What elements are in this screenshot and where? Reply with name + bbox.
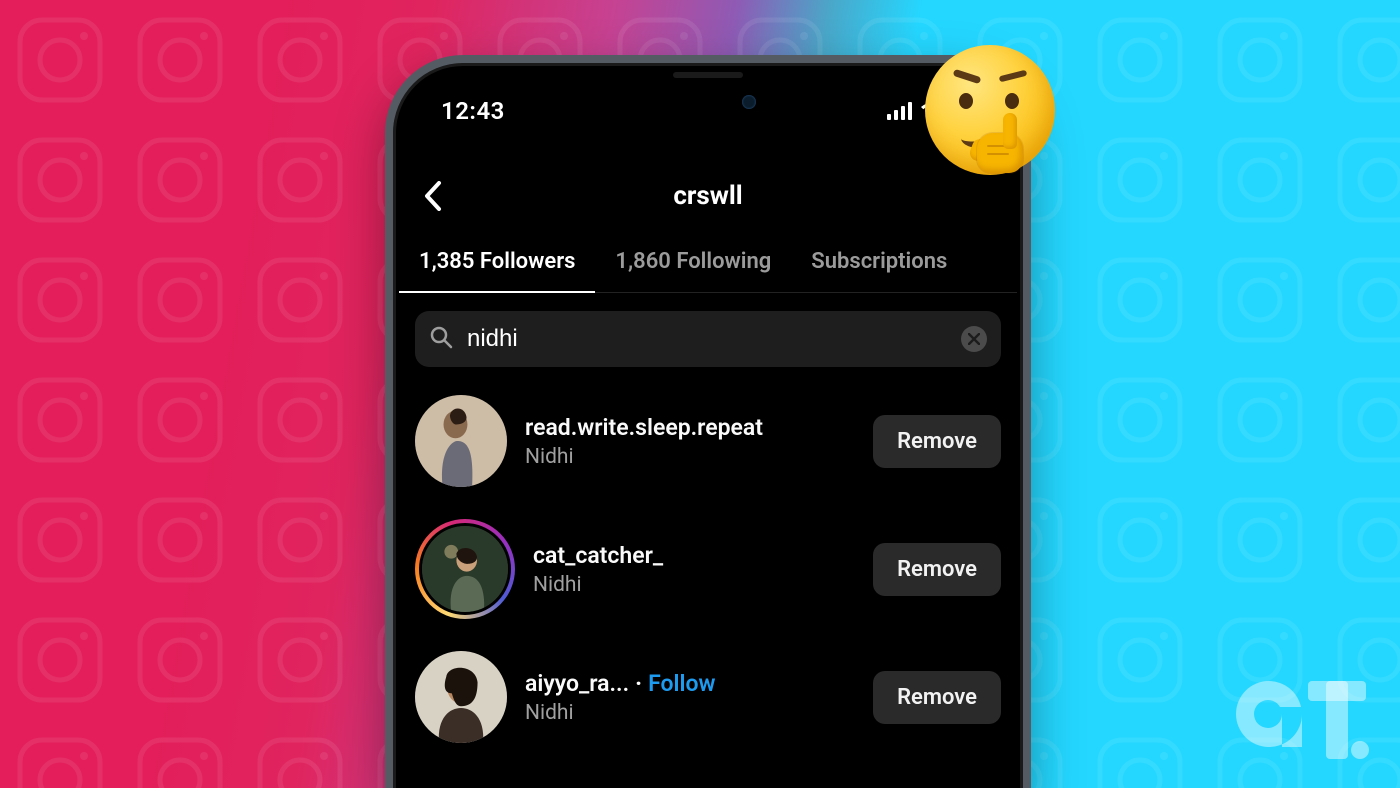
close-icon xyxy=(968,333,980,345)
follow-button[interactable]: Follow xyxy=(648,670,715,697)
avatar-story-ring[interactable] xyxy=(415,519,515,619)
phone-speaker xyxy=(673,72,743,78)
remove-button[interactable]: Remove xyxy=(873,415,1001,468)
display-name: Nidhi xyxy=(525,445,855,469)
avatar-placeholder-icon xyxy=(415,651,507,743)
chevron-left-icon xyxy=(422,181,444,211)
page-background: 12:43 xyxy=(0,0,1400,788)
tabs: 1,385 Followers 1,860 Following Subscrip… xyxy=(399,235,1017,293)
page-title: crswll xyxy=(673,181,742,211)
list-item[interactable]: read.write.sleep.repeat Nidhi Remove xyxy=(415,379,1001,503)
search-field[interactable] xyxy=(415,311,1001,367)
list-item[interactable]: cat_catcher_ Nidhi Remove xyxy=(415,503,1001,635)
brand-watermark xyxy=(1224,666,1374,766)
avatar-placeholder-icon xyxy=(422,526,508,612)
display-name: Nidhi xyxy=(525,701,855,725)
remove-button[interactable]: Remove xyxy=(873,671,1001,724)
avatar[interactable] xyxy=(415,651,507,743)
avatar[interactable] xyxy=(415,395,507,487)
display-name: Nidhi xyxy=(533,573,855,597)
username: cat_catcher_ xyxy=(533,542,663,569)
followers-list: read.write.sleep.repeat Nidhi Remove xyxy=(399,375,1017,759)
username: read.write.sleep.repeat xyxy=(525,414,763,441)
avatar-placeholder-icon xyxy=(415,395,507,487)
username: aiyyo_ra... xyxy=(525,670,629,697)
search-icon xyxy=(429,325,453,353)
back-button[interactable] xyxy=(413,176,453,216)
search-input[interactable] xyxy=(465,324,949,354)
front-camera xyxy=(742,95,756,109)
tab-subscriptions[interactable]: Subscriptions xyxy=(791,235,967,292)
clear-search-button[interactable] xyxy=(961,326,987,352)
remove-button[interactable]: Remove xyxy=(873,543,1001,596)
cellular-icon xyxy=(887,102,913,120)
status-time: 12:43 xyxy=(441,97,505,125)
separator-dot: · xyxy=(635,670,642,697)
instagram-followers-screen: crswll 1,385 Followers 1,860 Following S… xyxy=(399,165,1017,788)
dynamic-island xyxy=(620,83,796,123)
tab-followers[interactable]: 1,385 Followers xyxy=(399,235,595,292)
tab-following[interactable]: 1,860 Following xyxy=(595,235,791,292)
thinking-face-emoji xyxy=(925,45,1085,205)
list-item[interactable]: aiyyo_ra... · Follow Nidhi Remove xyxy=(415,635,1001,759)
